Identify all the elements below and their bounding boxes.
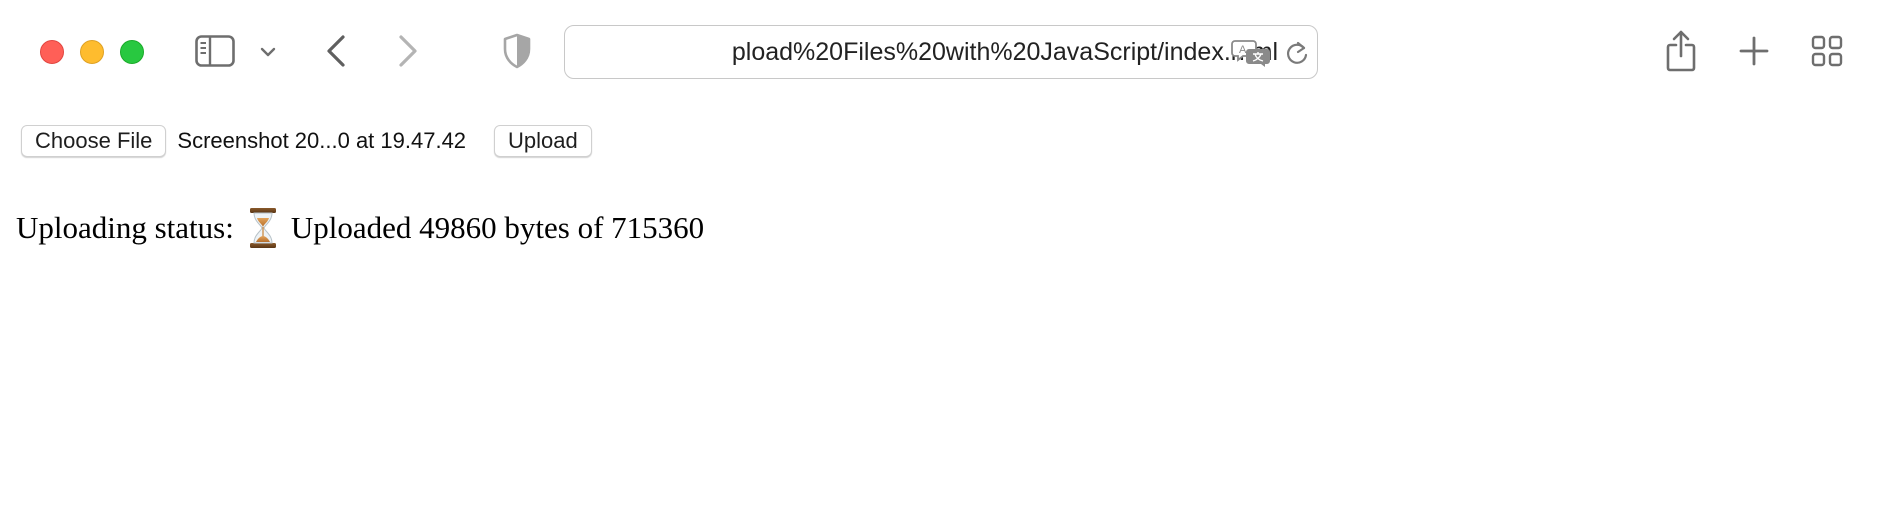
share-icon[interactable] <box>1664 28 1698 74</box>
address-bar[interactable]: pload%20Files%20with%20JavaScript/index.… <box>564 25 1318 79</box>
svg-text:A: A <box>1239 44 1247 56</box>
chevron-left-icon[interactable] <box>322 32 350 70</box>
grid-icon[interactable] <box>1810 34 1844 68</box>
plus-icon[interactable] <box>1737 34 1771 68</box>
chevron-down-icon[interactable] <box>258 42 278 62</box>
reload-icon[interactable] <box>1283 38 1311 68</box>
browser-window: pload%20Files%20with%20JavaScript/index.… <box>0 0 1882 518</box>
status-message: Uploaded 49860 bytes of 715360 <box>290 210 705 245</box>
status-label: Uploading status: <box>16 210 234 245</box>
translate-icon[interactable]: A <box>1231 38 1271 68</box>
chevron-right-icon[interactable] <box>394 32 422 70</box>
selected-file-name: Screenshot 20...0 at 19.47.42 <box>177 128 467 153</box>
choose-file-button[interactable]: Choose File <box>21 125 167 157</box>
shield-icon[interactable] <box>500 32 534 70</box>
close-window-button[interactable] <box>40 40 64 64</box>
upload-form: Choose File Screenshot 20...0 at 19.47.4… <box>21 124 592 158</box>
minimize-window-button[interactable] <box>80 40 104 64</box>
hourglass-icon <box>248 207 278 249</box>
zoom-window-button[interactable] <box>120 40 144 64</box>
page-content: Choose File Screenshot 20...0 at 19.47.4… <box>0 104 1882 518</box>
upload-button[interactable]: Upload <box>494 125 592 157</box>
sidebar-icon[interactable] <box>194 34 236 68</box>
url-text[interactable]: pload%20Files%20with%20JavaScript/index.… <box>613 26 1278 80</box>
browser-toolbar: pload%20Files%20with%20JavaScript/index.… <box>0 0 1882 104</box>
upload-status: Uploading status: Uploaded 49860 bytes o… <box>16 204 704 252</box>
